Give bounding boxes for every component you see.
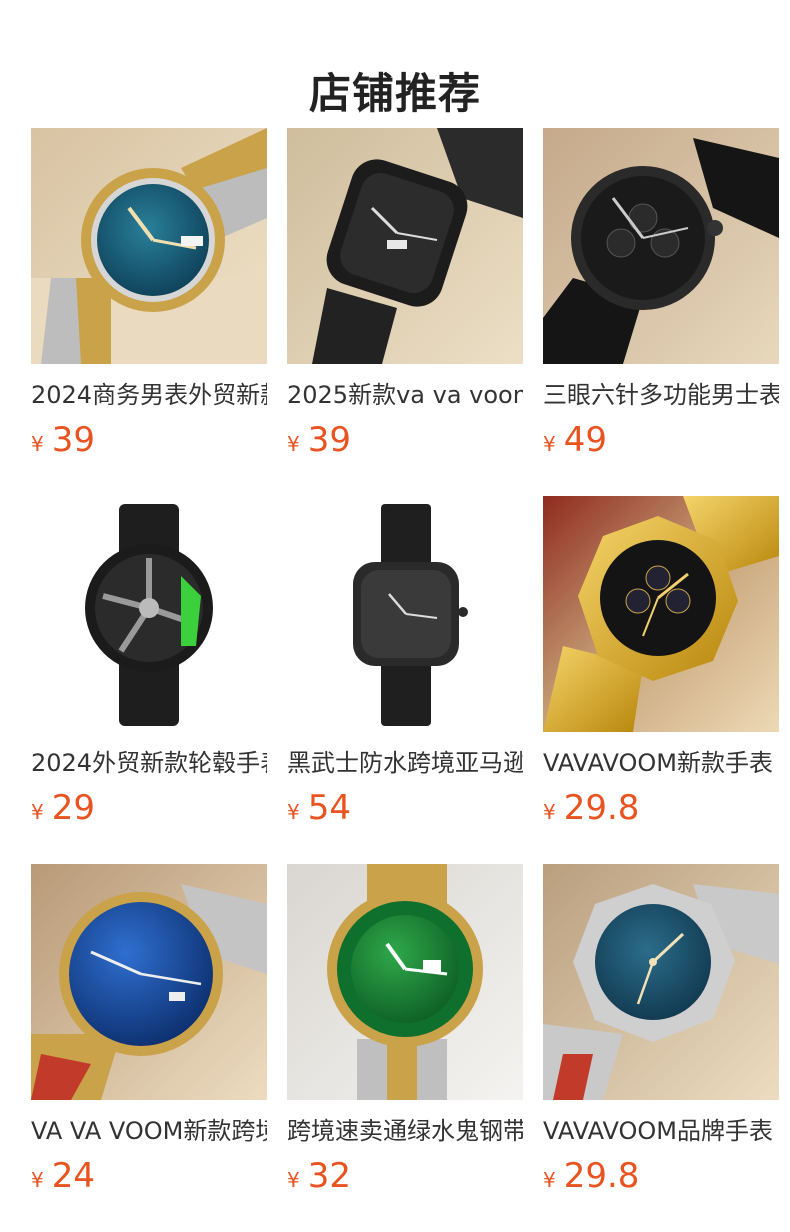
product-name[interactable]: VAVAVOOM新款手表 — [543, 746, 779, 780]
product-card[interactable]: VAVAVOOM品牌手表 ¥29.8 — [543, 864, 779, 1232]
product-grid: 2024商务男表外贸新款 ¥39 2025新款va va voom ¥ 39 三… — [31, 128, 779, 1232]
price-value: 32 — [307, 1156, 351, 1196]
product-name[interactable]: 2024商务男表外贸新款 — [31, 378, 267, 412]
watch-square-black-icon — [287, 128, 523, 364]
watch-blue-dial-gold-icon — [31, 864, 267, 1100]
product-name[interactable]: 三眼六针多功能男士表 — [543, 378, 779, 412]
currency-symbol: ¥ — [31, 800, 44, 824]
price-value: 29 — [51, 788, 95, 828]
product-image[interactable] — [543, 496, 779, 732]
price-value: 54 — [307, 788, 351, 828]
product-image[interactable] — [31, 128, 267, 364]
product-card[interactable]: VA VA VOOM新款跨境 ¥24 — [31, 864, 267, 1232]
product-price: ¥24 — [31, 1154, 267, 1198]
product-image[interactable] — [31, 496, 267, 732]
product-card[interactable]: 跨境速卖通绿水鬼钢带 ¥32 — [287, 864, 523, 1232]
price-value: 39 — [307, 420, 351, 460]
currency-symbol: ¥ — [543, 800, 556, 824]
product-name[interactable]: 2025新款va va voom — [287, 378, 523, 412]
product-image[interactable] — [31, 864, 267, 1100]
currency-symbol: ¥ — [543, 432, 556, 456]
watch-chronograph-leather-icon — [543, 128, 779, 364]
product-card[interactable]: 黑武士防水跨境亚马逊 ¥54 — [287, 496, 523, 864]
product-card[interactable]: VAVAVOOM新款手表 ¥29.8 — [543, 496, 779, 864]
currency-symbol: ¥ — [287, 1168, 300, 1192]
product-price: ¥29.8 — [543, 1154, 779, 1198]
watch-wheel-rim-icon — [31, 496, 267, 732]
product-card[interactable]: 2025新款va va voom ¥39 — [287, 128, 523, 496]
product-name[interactable]: VA VA VOOM新款跨境 — [31, 1114, 267, 1148]
product-image[interactable] — [543, 128, 779, 364]
product-name[interactable]: 2024外贸新款轮毂手表 — [31, 746, 267, 780]
watch-green-diver-icon — [287, 864, 523, 1100]
product-price: ¥32 — [287, 1154, 523, 1198]
price-value: 29.8 — [563, 1156, 640, 1196]
watch-rose-diamond-icon — [543, 864, 779, 1100]
product-card[interactable]: 三眼六针多功能男士表 ¥49 — [543, 128, 779, 496]
product-image[interactable] — [287, 864, 523, 1100]
product-price: ¥29.8 — [543, 786, 779, 830]
currency-symbol: ¥ — [31, 1168, 44, 1192]
product-name[interactable]: 黑武士防水跨境亚马逊 — [287, 746, 523, 780]
watch-black-knight-icon — [287, 496, 523, 732]
currency-symbol: ¥ — [287, 432, 300, 456]
product-price: ¥29 — [31, 786, 267, 830]
price-value: 49 — [563, 420, 607, 460]
product-card[interactable]: 2024外贸新款轮毂手表 ¥29 — [31, 496, 267, 864]
product-image[interactable] — [287, 128, 523, 364]
product-price: ¥49 — [543, 418, 779, 462]
price-value: 24 — [51, 1156, 95, 1196]
product-image[interactable] — [543, 864, 779, 1100]
product-price: ¥54 — [287, 786, 523, 830]
product-price: ¥39 — [31, 418, 267, 462]
page-title: 店铺推荐 — [308, 69, 481, 119]
watch-gold-moonphase-icon — [543, 496, 779, 732]
price-value: 29.8 — [563, 788, 640, 828]
watch-two-tone-blue-icon — [31, 128, 267, 364]
currency-symbol: ¥ — [287, 800, 300, 824]
price-value: 39 — [51, 420, 95, 460]
product-image[interactable] — [287, 496, 523, 732]
product-name[interactable]: 跨境速卖通绿水鬼钢带 — [287, 1114, 523, 1148]
product-price: ¥39 — [287, 418, 523, 462]
product-card[interactable]: 2024商务男表外贸新款 ¥39 — [31, 128, 267, 496]
product-name[interactable]: VAVAVOOM品牌手表 — [543, 1114, 779, 1148]
currency-symbol: ¥ — [31, 432, 44, 456]
currency-symbol: ¥ — [543, 1168, 556, 1192]
